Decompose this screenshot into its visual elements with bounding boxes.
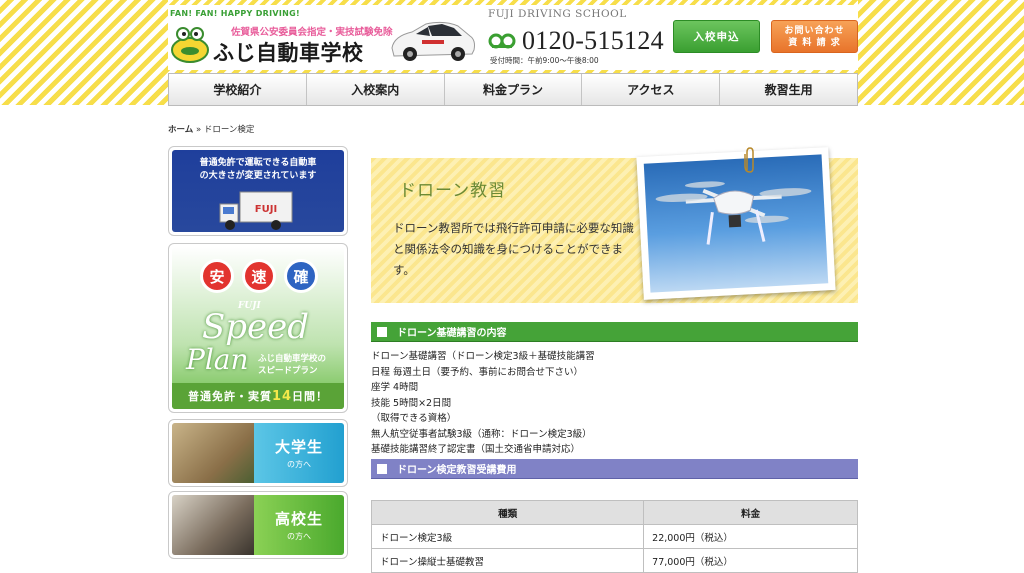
drone-icon xyxy=(655,181,812,245)
detail-line: 基礎技能講習終了認定書（国土交通省申請対応） xyxy=(371,444,581,455)
speed-plan-japanese: ふじ自動車学校の スピードプラン xyxy=(258,353,326,377)
sidebar-banner-university[interactable]: 大学生 の方へ xyxy=(168,419,348,487)
speed-plan-plan: Plan xyxy=(186,343,249,376)
freedial-icon xyxy=(488,33,516,49)
breadcrumb: ホーム » ドローン検定 xyxy=(168,123,254,135)
contact-request-button[interactable]: お問い合わせ 資 料 請 求 xyxy=(771,20,858,53)
table-header-type: 種類 xyxy=(370,500,645,525)
speed-plan-days: 普通免許・実質 14 日間！ xyxy=(172,383,344,409)
breadcrumb-current: ドローン検定 xyxy=(203,125,255,135)
nav-item-school-intro[interactable]: 学校紹介 xyxy=(169,74,307,105)
highschool-label-big: 高校生 xyxy=(274,510,323,528)
sidebar-banner-license-change[interactable]: 普通免許で運転できる自動車 の大きさが変更されています FUJI xyxy=(168,146,348,236)
speed-plan-days-pre: 普通免許・実質 xyxy=(187,390,272,403)
university-label-small: の方へ xyxy=(287,460,311,469)
section-title: ドローン検定教習受講費用 xyxy=(397,465,517,476)
nav-item-access[interactable]: アクセス xyxy=(582,74,721,105)
hero-description: ドローン教習所では飛行許可申請に必要な知識と関係法令の知識を身につけることができ… xyxy=(393,221,634,277)
table-header-row: 種類 料金 xyxy=(370,500,858,525)
table-cell-price: 77,000円（税込） xyxy=(643,548,858,573)
school-english-name: FUJI DRIVING SCHOOL xyxy=(488,8,627,20)
mascot-logo-icon[interactable] xyxy=(170,20,210,64)
highschool-panel: 高校生 の方へ xyxy=(172,495,344,555)
speed-plan-badge-safe: 安 xyxy=(200,259,234,293)
license-change-line1: 普通免許で運転できる自動車 xyxy=(199,158,317,168)
speed-plan-badge-sure: 確 xyxy=(284,259,318,293)
table-cell-price: 22,000円（税込） xyxy=(643,524,858,549)
drone-photo xyxy=(643,154,829,293)
nav-item-admission[interactable]: 入校案内 xyxy=(307,74,445,105)
license-change-line2: の大きさが変更されています xyxy=(199,171,317,181)
drone-hero-banner: ドローン教習 ドローン教習所では飛行許可申請に必要な知識と関係法令の知識を身につ… xyxy=(371,147,858,303)
section-header-fees: ドローン検定教習受講費用 xyxy=(371,459,858,479)
university-photo xyxy=(172,423,264,483)
table-cell-type: ドローン操縦士基礎教習 xyxy=(370,548,645,573)
nav-item-pricing[interactable]: 料金プラン xyxy=(445,74,583,105)
license-change-text: 普通免許で運転できる自動車 の大きさが変更されています xyxy=(172,157,344,183)
table-row: ドローン検定3級 22,000円（税込） xyxy=(370,524,858,549)
university-label: 大学生 の方へ xyxy=(254,423,344,483)
detail-line: （取得できる資格） xyxy=(371,413,457,424)
truck-fuji-label: FUJI xyxy=(255,204,277,215)
university-label-big: 大学生 xyxy=(274,438,323,456)
detail-line: 日程 毎週土日（要予約、事前にお問合せ下さい） xyxy=(371,366,584,378)
contact-button-line1: お問い合わせ xyxy=(784,25,845,36)
table-cell-type: ドローン検定3級 xyxy=(370,524,645,549)
detail-line: ドローン基礎講習（ドローン検定3級＋基礎技能講習 xyxy=(371,351,595,362)
contact-button-line2: 資 料 請 求 xyxy=(788,37,841,48)
university-panel: 大学生 の方へ xyxy=(172,423,344,483)
sidebar-banner-speed-plan[interactable]: 安 速 確 FUJI Speed Plan ふじ自動車学校の スピードプラン 普… xyxy=(168,243,348,413)
prefecture-note: 佐賀県公安委員会指定・実技試験免除 xyxy=(231,27,393,38)
school-brand-name[interactable]: ふじ自動車学校 xyxy=(213,37,364,67)
speed-plan-jp-line1: ふじ自動車学校の xyxy=(258,354,327,364)
highschool-photo xyxy=(172,495,264,555)
detail-line: 技能 5時間×2日間 xyxy=(371,397,452,409)
paperclip-icon xyxy=(744,147,754,173)
hero-title: ドローン教習 xyxy=(399,181,507,201)
speed-plan-jp-line2: スピードプラン xyxy=(258,366,318,376)
section-header-basic-course: ドローン基礎講習の内容 xyxy=(371,322,858,342)
header-top-strip xyxy=(168,0,858,5)
highschool-label: 高校生 の方へ xyxy=(254,495,344,555)
basic-course-details: ドローン基礎講習（ドローン検定3級＋基礎技能講習 日程 毎週土日（要予約、事前に… xyxy=(371,349,595,458)
car-image xyxy=(391,21,475,61)
speed-plan-speed: Speed xyxy=(202,307,310,347)
detail-line: 座学 4時間 xyxy=(371,382,419,393)
speed-plan-days-post: 日間！ xyxy=(292,390,329,403)
nav-item-students[interactable]: 教習生用 xyxy=(720,74,857,105)
reception-hours: 受付時間：午前9:00～午後8:00 xyxy=(490,56,599,65)
speed-plan-days-number: 14 xyxy=(271,388,293,404)
phone-number[interactable]: 0120-515124 xyxy=(522,26,664,56)
phone-block[interactable]: 0120-515124 xyxy=(488,26,664,56)
section-bullet-icon xyxy=(377,463,387,474)
breadcrumb-separator: » xyxy=(193,125,204,135)
detail-line: 無人航空従事者試験3級（通称：ドローン検定3級） xyxy=(371,428,592,440)
license-change-panel: 普通免許で運転できる自動車 の大きさが変更されています FUJI xyxy=(172,150,344,232)
section-bullet-icon xyxy=(377,326,387,337)
drone-photo-frame xyxy=(636,147,836,300)
enroll-button[interactable]: 入校申込 xyxy=(673,20,760,53)
highschool-label-small: の方へ xyxy=(287,532,311,541)
speed-plan-badge-fast: 速 xyxy=(242,259,276,293)
table-header-price: 料金 xyxy=(643,500,858,525)
table-row: ドローン操縦士基礎教習 77,000円（税込） xyxy=(370,548,858,573)
fees-table: 種類 料金 ドローン検定3級 22,000円（税込） ドローン操縦士基礎教習 7… xyxy=(370,500,858,573)
header-tagline: FAN! FAN! HAPPY DRIVING! xyxy=(170,9,300,18)
main-navigation: 学校紹介 入校案内 料金プラン アクセス 教習生用 xyxy=(168,73,858,106)
speed-plan-panel: 安 速 確 FUJI Speed Plan ふじ自動車学校の スピードプラン 普… xyxy=(172,247,344,409)
sidebar-banner-highschool[interactable]: 高校生 の方へ xyxy=(168,491,348,559)
section-title: ドローン基礎講習の内容 xyxy=(397,328,507,339)
breadcrumb-home-link[interactable]: ホーム xyxy=(168,125,193,135)
truck-icon: FUJI xyxy=(219,191,293,230)
